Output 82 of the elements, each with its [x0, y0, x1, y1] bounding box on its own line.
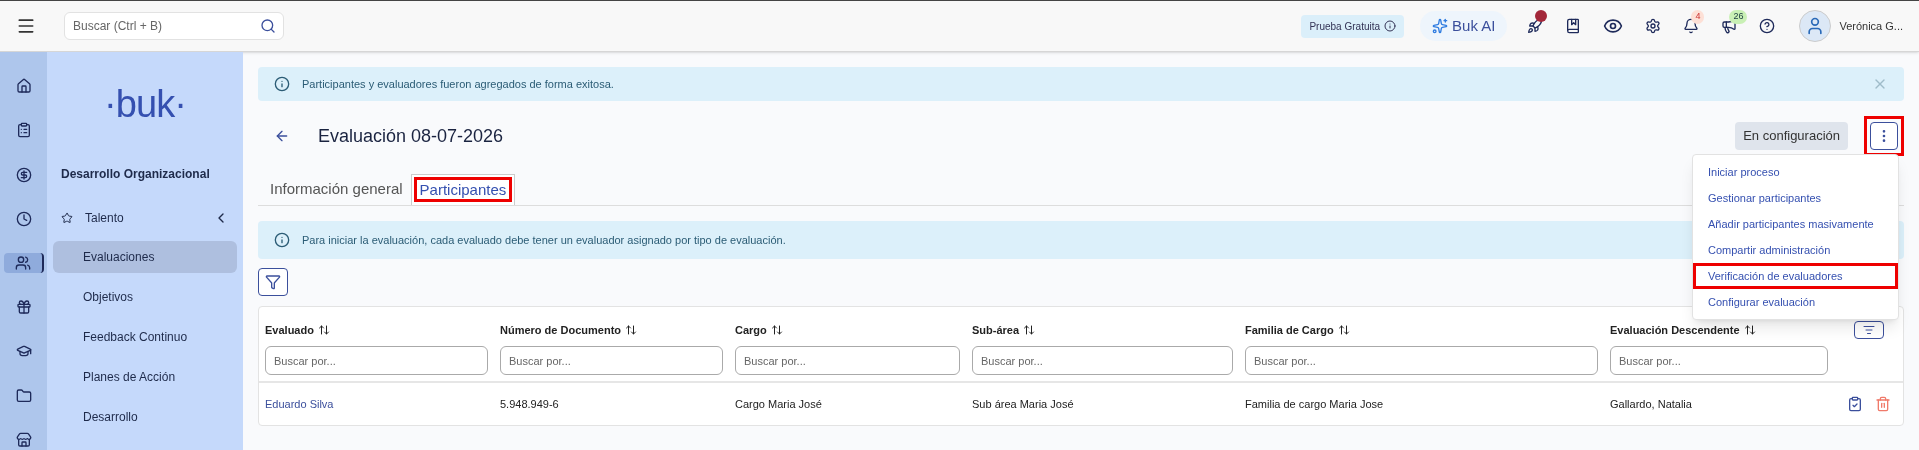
notification-count: 4: [1691, 10, 1705, 24]
sparkle-icon: [1432, 18, 1449, 34]
rocket-icon[interactable]: [1527, 18, 1544, 34]
column-header[interactable]: Cargo: [735, 321, 960, 339]
bookmark-icon[interactable]: [1565, 18, 1582, 34]
column-header[interactable]: Sub-área: [972, 321, 1233, 339]
settings-icon[interactable]: [1645, 18, 1662, 34]
menu-item[interactable]: Gestionar participantes: [1693, 185, 1898, 211]
logo: ·buk·: [103, 82, 187, 127]
table-cell-text: Gallardo, Natalia: [1610, 396, 1693, 412]
user-name[interactable]: Verónica G...: [1839, 17, 1903, 35]
menu-item[interactable]: Verificación de evaluadores: [1693, 263, 1898, 289]
bell-icon[interactable]: [1683, 18, 1700, 34]
alert-message: Para iniciar la evaluación, cada evaluado debe tener un evaluador asignado por tipo de evaluación.: [302, 232, 786, 248]
rail-icon: [15, 387, 32, 404]
trash-icon[interactable]: [1874, 396, 1891, 412]
menu-item[interactable]: Iniciar proceso: [1693, 159, 1898, 185]
tab[interactable]: Información general: [262, 174, 411, 205]
search-icon: [260, 18, 276, 34]
sidebar-item[interactable]: Feedback Continuo: [53, 321, 237, 353]
back-icon[interactable]: [274, 128, 290, 144]
rail-icon: [15, 166, 32, 183]
rail-icon: [15, 299, 32, 316]
menu-item[interactable]: Añadir participantes masivamente: [1693, 211, 1898, 237]
column-filter-field[interactable]: Buscar por...: [972, 346, 1233, 375]
sort-icon: [625, 324, 637, 336]
sort-icon: [1023, 324, 1036, 336]
avatar[interactable]: [1799, 10, 1832, 42]
tab[interactable]: Participantes: [410, 174, 516, 205]
column-filter-field[interactable]: Buscar por...: [265, 346, 488, 375]
trial-badge[interactable]: Prueba Gratuita: [1301, 14, 1405, 38]
column-header[interactable]: Evaluado: [265, 321, 488, 339]
info-icon: [274, 232, 290, 248]
sidebar-item[interactable]: Objetivos: [53, 281, 237, 313]
star-icon: [61, 212, 73, 224]
rail-icon: [15, 122, 32, 139]
rail-icon: [15, 431, 32, 448]
filter-button[interactable]: [258, 268, 288, 296]
menu-icon[interactable]: [16, 16, 36, 36]
sort-icon: [770, 324, 783, 336]
sidebar-item[interactable]: Desarrollo: [53, 401, 237, 433]
rail-icon: [15, 210, 32, 227]
columns-button[interactable]: [1853, 321, 1884, 339]
table-cell-text: 5.948.949-6: [500, 396, 560, 412]
rail-icon: [15, 78, 32, 95]
sidebar-group[interactable]: Talento: [61, 203, 229, 233]
column-header[interactable]: Número de Documento: [500, 321, 723, 339]
table-cell-text: Cargo Maria José: [735, 396, 823, 412]
column-header[interactable]: Familia de Cargo: [1245, 321, 1598, 339]
sort-icon: [1743, 324, 1756, 336]
info-icon: [1384, 20, 1397, 32]
person-link[interactable]: Eduardo Silva: [265, 395, 500, 413]
menu-item[interactable]: Compartir administración: [1693, 237, 1898, 263]
table-cell-text: Familia de cargo Maria Jose: [1245, 396, 1385, 412]
column-header[interactable]: Evaluación Descendente: [1610, 321, 1828, 339]
search-field[interactable]: Buscar (Ctrl + B): [64, 12, 284, 40]
column-filter-field[interactable]: Buscar por...: [1610, 346, 1828, 375]
clipboard-icon[interactable]: [1846, 396, 1863, 412]
list-icon: [1862, 324, 1875, 336]
rail-icon: [14, 255, 31, 271]
column-filter-field[interactable]: Buscar por...: [735, 346, 960, 375]
section-title: Desarrollo Organizacional: [61, 166, 211, 183]
sidebar-item[interactable]: Planes de Acción: [53, 361, 237, 393]
sort-icon: [317, 324, 330, 336]
sort-icon: [1337, 324, 1350, 336]
more-button[interactable]: [1870, 122, 1898, 150]
column-filter-field[interactable]: Buscar por...: [500, 346, 723, 375]
alert-message: Participantes y evaluadores fueron agregados de forma exitosa.: [302, 76, 614, 92]
megaphone-icon[interactable]: [1721, 18, 1738, 34]
menu-item[interactable]: Configurar evaluación: [1693, 289, 1898, 315]
info-icon: [274, 76, 290, 92]
page-title: Evaluación 08-07-2026: [318, 124, 504, 148]
announcement-count: 26: [1729, 10, 1748, 24]
column-filter-field[interactable]: Buscar por...: [1245, 346, 1598, 375]
rail-item[interactable]: [3, 252, 44, 274]
filter-icon: [265, 274, 281, 290]
eye-icon[interactable]: [1603, 16, 1624, 36]
status-badge: En configuración: [1735, 122, 1848, 150]
ai-button[interactable]: Buk AI: [1420, 10, 1508, 42]
table-cell-text: Sub área Maria José: [972, 396, 1075, 412]
sidebar-item[interactable]: Evaluaciones: [53, 241, 237, 273]
help-icon[interactable]: [1759, 18, 1776, 34]
